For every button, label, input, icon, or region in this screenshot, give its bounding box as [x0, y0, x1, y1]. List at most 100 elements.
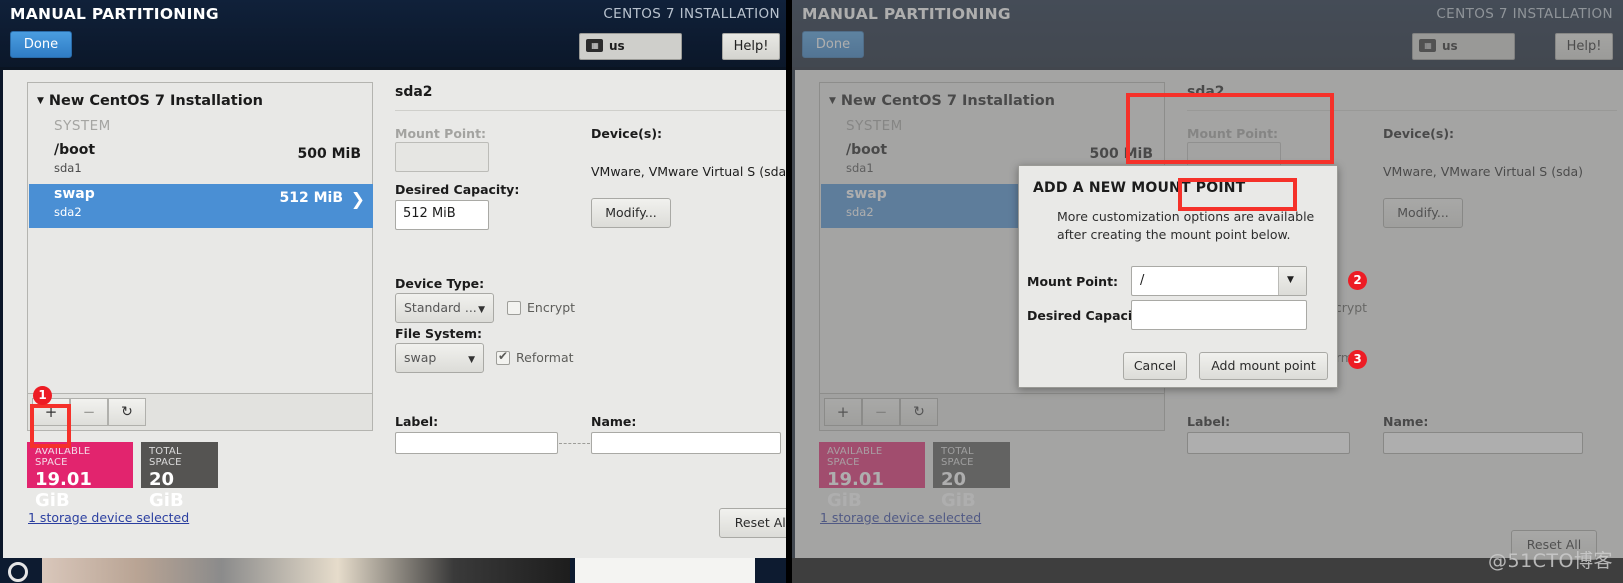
dialog-mount-point-value: /: [1140, 273, 1145, 288]
partition-name: /boot: [54, 142, 96, 158]
available-space-chip: AVAILABLE SPACE 19.01 GiB: [27, 442, 133, 511]
devices-value: VMware, VMware Virtual S (sda): [591, 164, 790, 179]
annotation-box-add-partition: [30, 404, 71, 448]
page-title: MANUAL PARTITIONING: [10, 5, 219, 23]
partition-name: swap: [54, 186, 95, 202]
refresh-button[interactable]: ↻: [900, 398, 938, 426]
partition-size: 512 MiB: [279, 190, 344, 206]
name-field-label: Name:: [591, 414, 637, 429]
total-space-value: 20 GiB: [149, 469, 184, 511]
available-space-value: 19.01 GiB: [827, 469, 884, 511]
right-screenshot-panel: MANUAL PARTITIONING CENTOS 7 INSTALLATIO…: [792, 0, 1623, 583]
available-space-chip: AVAILABLE SPACE 19.01 GiB: [819, 442, 925, 511]
annotation-box-confirm-button: [1178, 178, 1297, 211]
keyboard-icon: ▦: [1419, 39, 1436, 52]
tree-group-title: New CentOS 7 Installation: [840, 93, 1055, 109]
titlebar: MANUAL PARTITIONING CENTOS 7 INSTALLATIO…: [792, 0, 1623, 70]
desktop-window: [575, 558, 755, 583]
cancel-button[interactable]: Cancel: [1123, 352, 1187, 380]
name-field-label: Name:: [1383, 414, 1429, 429]
device-type-select[interactable]: Standard ... ▼: [395, 293, 494, 323]
keyboard-layout-selector[interactable]: ▦ us: [579, 33, 682, 60]
chevron-down-icon[interactable]: [1278, 267, 1306, 295]
dialog-desired-capacity-input[interactable]: [1131, 300, 1307, 330]
mount-point-label: Mount Point:: [395, 126, 487, 141]
help-button[interactable]: Help!: [722, 33, 780, 60]
chevron-down-icon: ▼: [468, 355, 475, 365]
add-mount-point-button[interactable]: Add mount point: [1199, 352, 1328, 380]
total-space-caption: TOTAL SPACE: [149, 446, 182, 468]
keyboard-layout-label: us: [1442, 39, 1458, 53]
tree-section-label: SYSTEM: [846, 118, 903, 134]
product-label: CENTOS 7 INSTALLATION: [603, 6, 780, 22]
reformat-label: Reformat: [516, 350, 574, 365]
storage-device-link[interactable]: 1 storage device selected: [820, 510, 981, 525]
modify-button[interactable]: Modify...: [1383, 198, 1463, 228]
partition-device: sda2: [846, 205, 874, 219]
left-screenshot-panel: MANUAL PARTITIONING CENTOS 7 INSTALLATIO…: [0, 0, 790, 583]
partition-device: sda1: [54, 161, 82, 175]
tree-group-title: New CentOS 7 Installation: [48, 93, 263, 109]
chevron-down-icon: ▼: [829, 96, 836, 106]
annotation-step-3: 3: [1348, 350, 1367, 369]
file-system-select[interactable]: swap ▼: [395, 343, 484, 373]
reset-all-button[interactable]: Reset All: [719, 508, 790, 538]
desired-capacity-input[interactable]: 512 MiB: [395, 200, 489, 230]
list-item[interactable]: swap sda2 512 MiB ❯: [29, 184, 373, 228]
name-input[interactable]: [1383, 432, 1583, 454]
available-space-caption: AVAILABLE SPACE: [827, 446, 883, 468]
label-field-label: Label:: [1187, 414, 1231, 429]
partition-name: swap: [846, 186, 887, 202]
partition-toolbar: + − ↻: [27, 394, 373, 431]
available-space-value: 19.01 GiB: [35, 469, 92, 511]
partition-device: sda1: [846, 161, 874, 175]
partition-tree: ▼ New CentOS 7 Installation SYSTEM /boot …: [27, 82, 373, 394]
name-input[interactable]: [591, 432, 781, 454]
encrypt-label: Encrypt: [527, 300, 576, 315]
label-input[interactable]: [395, 432, 558, 454]
storage-device-link[interactable]: 1 storage device selected: [28, 510, 189, 525]
tree-group-header[interactable]: ▼ New CentOS 7 Installation: [37, 93, 263, 109]
tree-group-header[interactable]: ▼ New CentOS 7 Installation: [829, 93, 1055, 109]
tree-section-label: SYSTEM: [54, 118, 111, 134]
help-button[interactable]: Help!: [1555, 33, 1613, 60]
dialog-subtitle: More customization options are available…: [1057, 209, 1315, 242]
label-field-label: Label:: [395, 414, 439, 429]
chevron-down-icon: ▼: [478, 305, 485, 315]
encrypt-checkbox[interactable]: [507, 301, 521, 315]
done-button[interactable]: Done: [802, 31, 864, 58]
partition-device: sda2: [54, 205, 82, 219]
remove-partition-button[interactable]: −: [862, 398, 900, 426]
device-detail-form: sda2 Mount Point: Desired Capacity: 512 …: [383, 70, 790, 558]
total-space-caption: TOTAL SPACE: [941, 446, 974, 468]
titlebar: MANUAL PARTITIONING CENTOS 7 INSTALLATIO…: [0, 0, 790, 70]
devices-label: Device(s):: [591, 126, 663, 141]
available-space-caption: AVAILABLE SPACE: [35, 446, 91, 468]
label-input[interactable]: [1187, 432, 1350, 454]
refresh-button[interactable]: ↻: [108, 398, 146, 426]
reformat-checkbox[interactable]: [496, 349, 510, 365]
done-button[interactable]: Done: [10, 31, 72, 58]
modify-button[interactable]: Modify...: [591, 198, 671, 228]
keyboard-layout-selector[interactable]: ▦ us: [1412, 33, 1515, 60]
list-item[interactable]: /boot sda1 500 MiB: [29, 140, 373, 184]
desktop-orb-icon: [8, 562, 28, 582]
devices-label: Device(s):: [1383, 126, 1455, 141]
add-partition-button[interactable]: +: [824, 398, 862, 426]
mount-point-input[interactable]: [395, 142, 489, 172]
annotation-box-dialog-fields: [1126, 93, 1334, 164]
total-space-chip: TOTAL SPACE 20 GiB: [933, 442, 1010, 511]
file-system-value: swap: [404, 350, 437, 365]
dialog-mount-point-label: Mount Point:: [1027, 274, 1119, 289]
remove-partition-button[interactable]: −: [70, 398, 108, 426]
partition-name: /boot: [846, 142, 888, 158]
desired-capacity-label: Desired Capacity:: [395, 182, 520, 197]
keyboard-icon: ▦: [586, 39, 603, 52]
watermark: @51CTO博客: [1487, 550, 1613, 572]
device-type-label: Device Type:: [395, 276, 485, 291]
device-type-value: Standard ...: [404, 300, 477, 315]
chevron-right-icon: ❯: [350, 190, 365, 210]
dialog-mount-point-combo[interactable]: /: [1131, 266, 1307, 296]
detail-device-title: sda2: [395, 84, 433, 100]
total-space-value: 20 GiB: [941, 469, 976, 511]
